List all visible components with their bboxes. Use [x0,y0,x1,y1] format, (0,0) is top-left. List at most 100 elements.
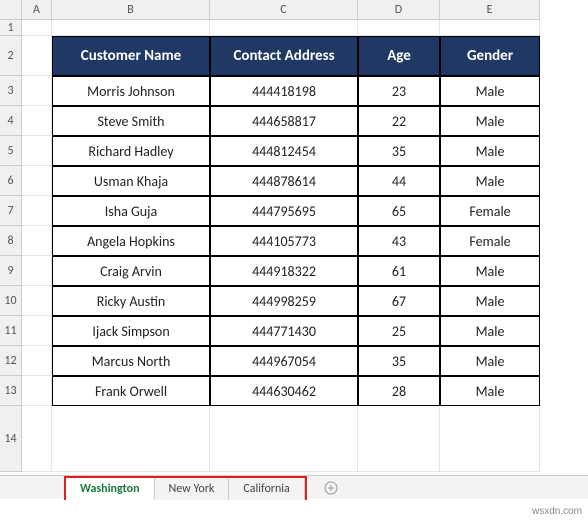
cell[interactable] [22,316,52,346]
table-cell[interactable]: Frank Orwell [52,376,210,406]
row-header[interactable]: 3 [0,76,22,106]
table-cell[interactable]: Male [440,256,540,286]
table-cell[interactable]: Isha Guja [52,196,210,226]
table-cell[interactable]: Male [440,166,540,196]
row-header[interactable]: 2 [0,36,22,76]
table-cell[interactable]: 65 [358,196,440,226]
table-header-name[interactable]: Customer Name [52,36,210,76]
column-headers: A B C D E [22,0,540,20]
table-cell[interactable]: Craig Arvin [52,256,210,286]
table-cell[interactable]: Female [440,196,540,226]
cell[interactable] [22,136,52,166]
cell[interactable] [358,20,440,36]
table-cell[interactable]: 444795695 [210,196,358,226]
cell[interactable] [22,376,52,406]
table-cell[interactable]: 28 [358,376,440,406]
table-cell[interactable]: Male [440,76,540,106]
row-header[interactable]: 1 [0,20,22,36]
col-header-c[interactable]: C [210,0,358,20]
col-header-e[interactable]: E [440,0,540,20]
table-cell[interactable]: Male [440,376,540,406]
cell[interactable] [22,226,52,256]
table-cell[interactable]: 444418198 [210,76,358,106]
cell[interactable] [210,20,358,36]
table-cell[interactable]: 444812454 [210,136,358,166]
table-cell[interactable]: Steve Smith [52,106,210,136]
table-cell[interactable]: Ijack Simpson [52,316,210,346]
table-cell[interactable]: 444967054 [210,346,358,376]
rows: 1 2 Customer Name Contact Address Age Ge… [0,20,588,472]
row-header[interactable]: 4 [0,106,22,136]
select-all-corner[interactable] [0,0,22,20]
table-cell[interactable]: Usman Khaja [52,166,210,196]
table-cell[interactable]: 35 [358,346,440,376]
table-cell[interactable]: 444658817 [210,106,358,136]
table-cell[interactable]: Male [440,106,540,136]
table-cell[interactable]: 35 [358,136,440,166]
table-cell[interactable]: 61 [358,256,440,286]
cell[interactable] [440,406,540,472]
row-header[interactable]: 8 [0,226,22,256]
table-cell[interactable]: 44 [358,166,440,196]
table-cell[interactable]: Ricky Austin [52,286,210,316]
table-cell[interactable]: 43 [358,226,440,256]
table-cell[interactable]: 25 [358,316,440,346]
watermark-text: wsxdn.com [532,506,582,517]
table-header-gender[interactable]: Gender [440,36,540,76]
cell[interactable] [22,166,52,196]
table-cell[interactable]: Marcus North [52,346,210,376]
row-header[interactable]: 7 [0,196,22,226]
table-header-contact[interactable]: Contact Address [210,36,358,76]
plus-icon [324,481,338,495]
table-cell[interactable]: 444630462 [210,376,358,406]
cell[interactable] [22,406,52,472]
table-cell[interactable]: 444105773 [210,226,358,256]
table-cell[interactable]: 23 [358,76,440,106]
cell[interactable] [358,406,440,472]
cell[interactable] [22,256,52,286]
table-cell[interactable]: Richard Hadley [52,136,210,166]
cell[interactable] [22,286,52,316]
row-header[interactable]: 13 [0,376,22,406]
col-header-a[interactable]: A [22,0,52,20]
table-cell[interactable]: Male [440,286,540,316]
table-cell[interactable]: Female [440,226,540,256]
table-cell[interactable]: 444918322 [210,256,358,286]
cell[interactable] [440,20,540,36]
col-header-d[interactable]: D [358,0,440,20]
cell[interactable] [22,346,52,376]
cell[interactable] [22,36,52,76]
header-row: A B C D E [0,0,588,20]
row-header[interactable]: 14 [0,406,22,472]
table-cell[interactable]: Angela Hopkins [52,226,210,256]
table-cell[interactable]: Male [440,136,540,166]
add-sheet-button[interactable] [317,477,345,499]
row-header[interactable]: 11 [0,316,22,346]
table-cell[interactable]: 444998259 [210,286,358,316]
table-cell[interactable]: Morris Johnson [52,76,210,106]
col-header-b[interactable]: B [52,0,210,20]
row-header[interactable]: 6 [0,166,22,196]
table-cell[interactable]: 22 [358,106,440,136]
cell[interactable] [52,406,210,472]
sheet-tab-washington[interactable]: Washington [66,478,155,500]
table-cell[interactable]: 67 [358,286,440,316]
cell[interactable] [22,20,52,36]
sheet-tab-california[interactable]: California [229,478,304,500]
cell[interactable] [210,406,358,472]
cell[interactable] [22,76,52,106]
table-cell[interactable]: 444771430 [210,316,358,346]
table-header-age[interactable]: Age [358,36,440,76]
row-header[interactable]: 10 [0,286,22,316]
sheet-tabs-bar: Washington New York California [0,475,588,499]
table-cell[interactable]: Male [440,346,540,376]
cell[interactable] [22,196,52,226]
row-header[interactable]: 5 [0,136,22,166]
row-header[interactable]: 9 [0,256,22,286]
table-cell[interactable]: 444878614 [210,166,358,196]
sheet-tab-newyork[interactable]: New York [155,478,230,500]
row-header[interactable]: 12 [0,346,22,376]
cell[interactable] [52,20,210,36]
cell[interactable] [22,106,52,136]
table-cell[interactable]: Male [440,316,540,346]
